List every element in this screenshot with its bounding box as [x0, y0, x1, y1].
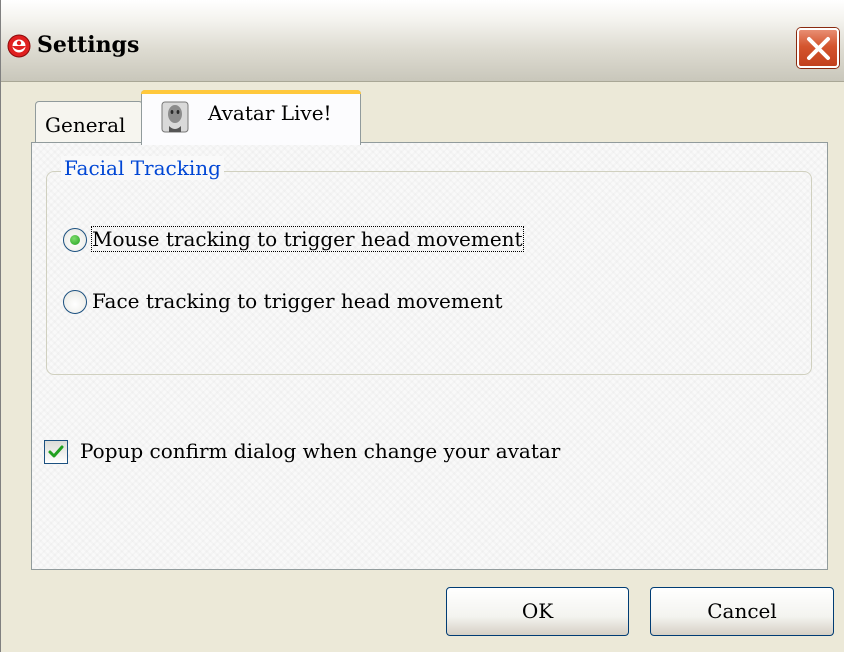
close-icon — [807, 37, 830, 60]
radio-face-tracking[interactable]: Face tracking to trigger head movement — [63, 288, 563, 318]
window-title: Settings — [37, 32, 140, 58]
facial-tracking-group: Facial Tracking Mouse tracking to trigge… — [46, 156, 812, 375]
tab-avatar-live[interactable]: Avatar Live! — [141, 90, 361, 145]
ok-button[interactable]: OK — [446, 587, 629, 636]
popup-confirm-label: Popup confirm dialog when change your av… — [80, 439, 561, 463]
checkmark-icon — [48, 445, 64, 458]
popup-confirm-checkbox-row[interactable]: Popup confirm dialog when change your av… — [44, 438, 644, 468]
tab-avatar-live-label: Avatar Live! — [208, 101, 332, 125]
avatar-icon — [160, 100, 190, 134]
close-button[interactable] — [797, 28, 839, 68]
radio-face-tracking-label: Face tracking to trigger head movement — [92, 289, 503, 313]
radio-mouse-tracking-label: Mouse tracking to trigger head movement — [91, 226, 524, 252]
tab-panel-avatar-live: Facial Tracking Mouse tracking to trigge… — [31, 142, 828, 570]
app-logo-icon — [7, 34, 31, 58]
settings-window: Settings General Avatar Live! Facial Tra… — [0, 0, 844, 652]
tab-general-label: General — [45, 113, 126, 137]
radio-button-selected[interactable] — [63, 228, 87, 252]
radio-button-unselected[interactable] — [63, 290, 87, 314]
radio-mouse-tracking[interactable]: Mouse tracking to trigger head movement — [63, 226, 563, 256]
cancel-button[interactable]: Cancel — [650, 587, 834, 636]
tab-general[interactable]: General — [35, 101, 143, 143]
popup-confirm-checkbox[interactable] — [44, 440, 68, 464]
facial-tracking-legend: Facial Tracking — [61, 156, 224, 180]
title-bar[interactable]: Settings — [1, 0, 844, 82]
